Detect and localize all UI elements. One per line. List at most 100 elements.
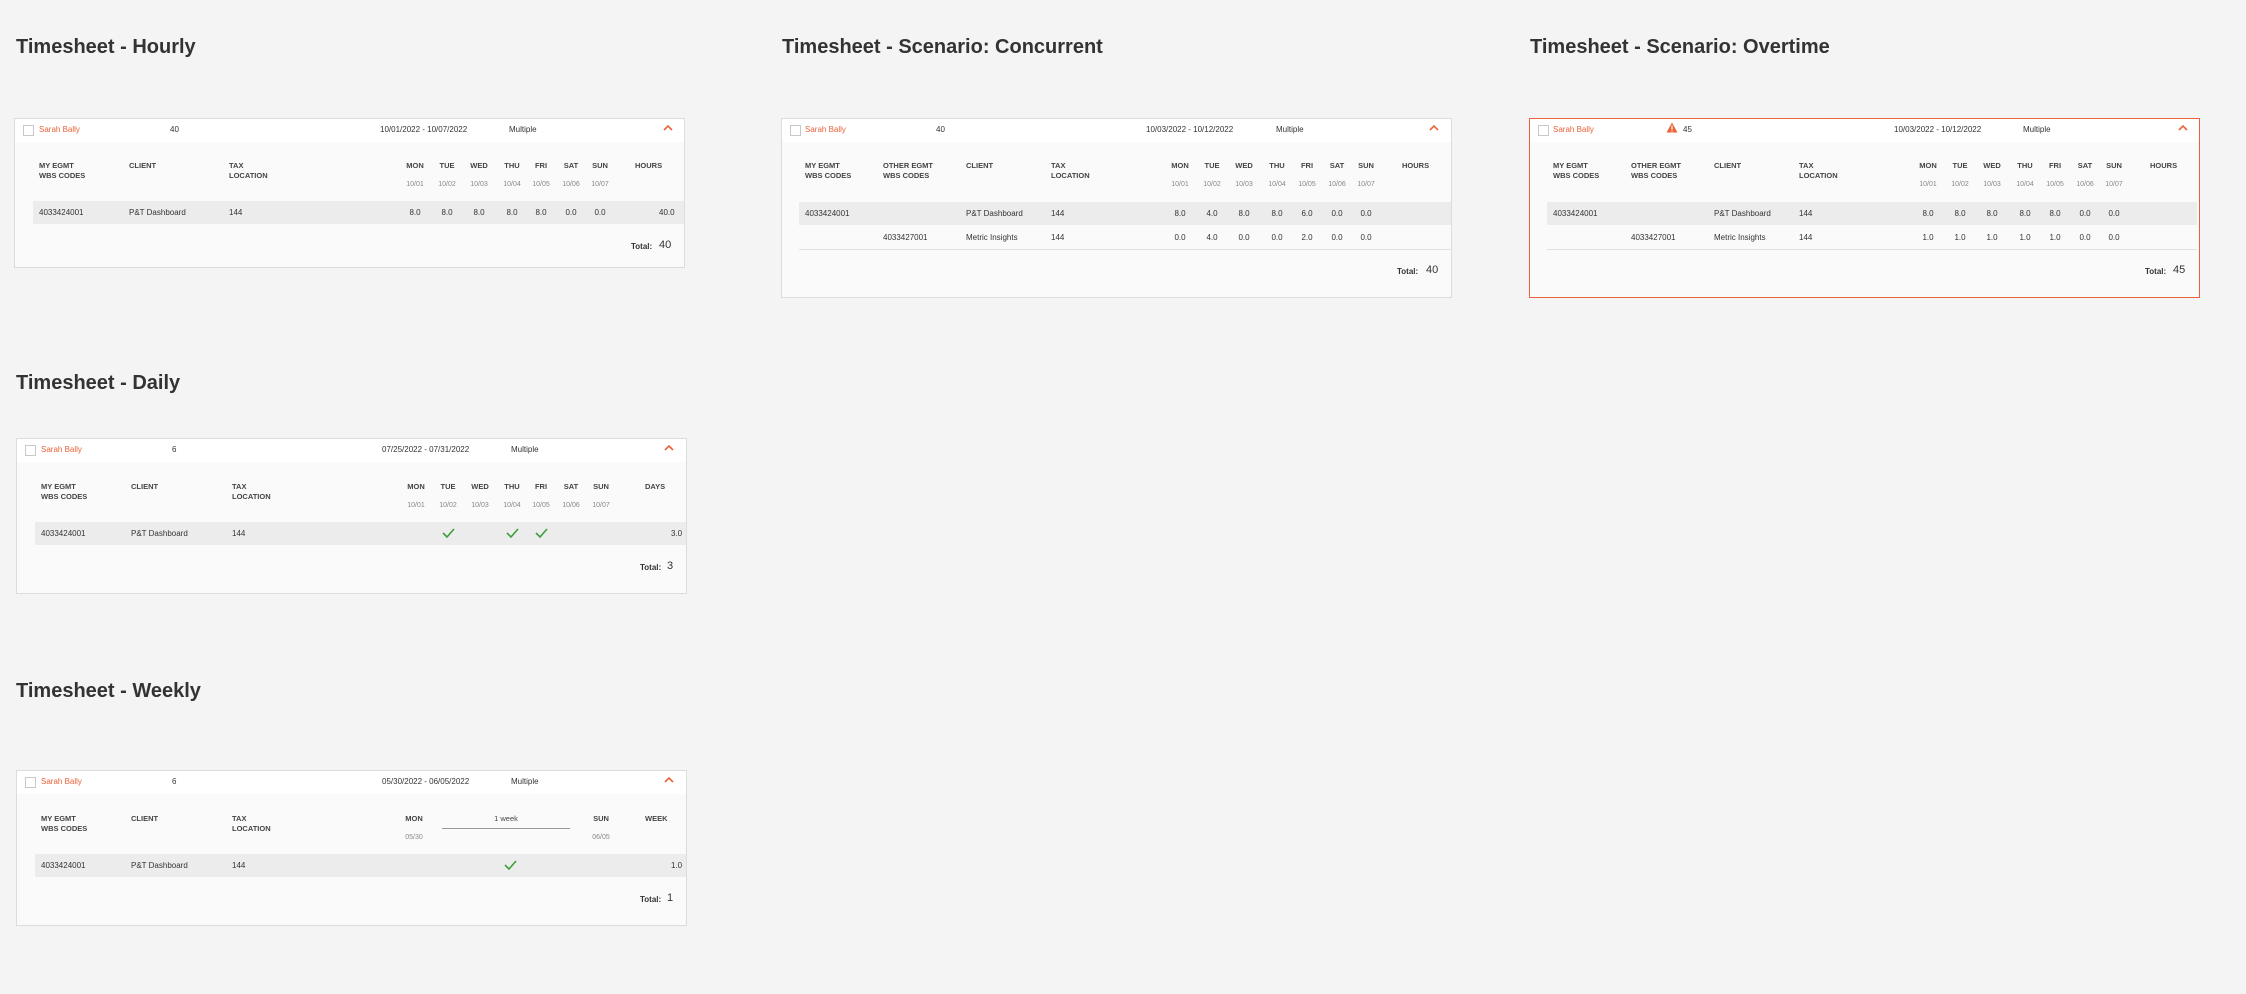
table-row[interactable]: 4033424001 P&T Dashboard 144 1.0 bbox=[35, 854, 686, 877]
col-mon: MON bbox=[406, 161, 424, 170]
chevron-up-icon[interactable] bbox=[663, 775, 675, 785]
col-thu: THU bbox=[2017, 161, 2033, 170]
date-label: 10/04 bbox=[2016, 181, 2034, 188]
total-label: Total: bbox=[2145, 267, 2167, 276]
col-wbs: MY EGMT WBS CODES bbox=[41, 482, 88, 501]
location-summary: Multiple bbox=[2023, 125, 2051, 134]
table-row[interactable]: 4033424001 P&T Dashboard 144 3.0 bbox=[35, 522, 686, 545]
check-icon[interactable] bbox=[535, 528, 548, 538]
col-tax-location: TAX LOCATION bbox=[1051, 161, 1090, 180]
select-checkbox[interactable] bbox=[25, 445, 36, 456]
date-label: 10/05 bbox=[532, 502, 550, 509]
table-row[interactable]: 4033424001 P&T Dashboard 144 8.0 8.0 8.0… bbox=[1547, 202, 2197, 225]
date-label: 10/05 bbox=[1298, 181, 1316, 188]
employee-name[interactable]: Sarah Bally bbox=[39, 125, 80, 134]
col-fri: FRI bbox=[534, 161, 548, 170]
timesheet-card-hourly: Sarah Bally 40 10/01/2022 - 10/07/2022 M… bbox=[14, 118, 685, 268]
date-range: 10/01/2022 - 10/07/2022 bbox=[380, 125, 468, 134]
col-wed: WED bbox=[470, 161, 488, 170]
col-client: CLIENT bbox=[129, 161, 157, 170]
date-label: 10/04 bbox=[503, 181, 521, 188]
col-tax-location: TAX LOCATION bbox=[232, 482, 271, 501]
col-wed: WED bbox=[1235, 161, 1253, 170]
total-value: 40 bbox=[659, 239, 672, 251]
col-client: CLIENT bbox=[966, 161, 994, 170]
date-label: 10/06 bbox=[562, 502, 580, 509]
col-mon: MON bbox=[1171, 161, 1189, 170]
chevron-up-icon[interactable] bbox=[2177, 123, 2189, 133]
employee-name[interactable]: Sarah Bally bbox=[1553, 125, 1594, 134]
chevron-up-icon[interactable] bbox=[1428, 123, 1440, 133]
col-sun: SUN bbox=[592, 161, 608, 170]
col-hours: HOURS bbox=[635, 161, 663, 170]
title-hourly: Timesheet - Hourly bbox=[16, 36, 196, 58]
total-value: 45 bbox=[2173, 264, 2186, 276]
col-thu: THU bbox=[504, 482, 520, 491]
hours-count: 45 bbox=[1683, 125, 1692, 134]
col-tue: TUE bbox=[1952, 161, 1968, 170]
col-wed: WED bbox=[1983, 161, 2001, 170]
card-header[interactable]: Sarah Bally 6 05/30/2022 - 06/05/2022 Mu… bbox=[17, 771, 686, 794]
check-icon[interactable] bbox=[504, 860, 517, 870]
col-tue: TUE bbox=[439, 161, 455, 170]
col-other-wbs: OTHER EGMT WBS CODES bbox=[883, 161, 933, 180]
date-range: 05/30/2022 - 06/05/2022 bbox=[382, 777, 470, 786]
card-header[interactable]: Sarah Bally 40 10/01/2022 - 10/07/2022 M… bbox=[15, 119, 684, 142]
select-checkbox[interactable] bbox=[790, 125, 801, 136]
date-range: 07/25/2022 - 07/31/2022 bbox=[382, 445, 470, 454]
date-label: 10/07 bbox=[1357, 181, 1375, 188]
chevron-up-icon[interactable] bbox=[663, 443, 675, 453]
col-thu: THU bbox=[1269, 161, 1285, 170]
chevron-up-icon[interactable] bbox=[662, 123, 674, 133]
date-label: 10/02 bbox=[439, 502, 457, 509]
col-client: CLIENT bbox=[131, 482, 159, 491]
col-week: WEEK bbox=[645, 814, 668, 823]
col-mon: MON bbox=[405, 814, 423, 823]
date-range: 10/03/2022 - 10/12/2022 bbox=[1146, 125, 1234, 134]
card-header[interactable]: Sarah Bally 40 10/03/2022 - 10/12/2022 M… bbox=[782, 119, 1451, 142]
col-fri: FRI bbox=[1300, 161, 1314, 170]
total-label: Total: bbox=[631, 242, 653, 251]
select-checkbox[interactable] bbox=[25, 777, 36, 788]
week-span-line bbox=[442, 828, 570, 829]
title-concurrent: Timesheet - Scenario: Concurrent bbox=[782, 36, 1103, 58]
total-value: 3 bbox=[667, 560, 674, 572]
date-label: 10/01 bbox=[407, 502, 425, 509]
title-overtime: Timesheet - Scenario: Overtime bbox=[1530, 36, 1830, 58]
date-label: 10/02 bbox=[1951, 181, 1969, 188]
col-mon: MON bbox=[407, 482, 425, 491]
check-icon[interactable] bbox=[506, 528, 519, 538]
card-header[interactable]: Sarah Bally 6 07/25/2022 - 07/31/2022 Mu… bbox=[17, 439, 686, 462]
card-header[interactable]: Sarah Bally 45 10/03/2022 - 10/12/2022 M… bbox=[1530, 119, 2199, 142]
employee-name[interactable]: Sarah Bally bbox=[41, 445, 82, 454]
col-sat: SAT bbox=[1329, 161, 1345, 170]
location-summary: Multiple bbox=[511, 445, 539, 454]
timesheet-card-overtime: Sarah Bally 45 10/03/2022 - 10/12/2022 M… bbox=[1529, 118, 2200, 298]
table-row[interactable]: 4033427001 Metric Insights 144 1.0 1.0 1… bbox=[1547, 226, 2197, 250]
location-summary: Multiple bbox=[509, 125, 537, 134]
date-label: 10/04 bbox=[503, 502, 521, 509]
col-sun: SUN bbox=[2106, 161, 2122, 170]
date-label: 10/01 bbox=[1919, 181, 1937, 188]
employee-name[interactable]: Sarah Bally bbox=[41, 777, 82, 786]
employee-name[interactable]: Sarah Bally bbox=[805, 125, 846, 134]
date-label: 10/06 bbox=[562, 181, 580, 188]
date-label: 10/07 bbox=[591, 181, 609, 188]
col-fri: FRI bbox=[2048, 161, 2062, 170]
date-label: 10/03 bbox=[1235, 181, 1253, 188]
date-label: 10/04 bbox=[1268, 181, 1286, 188]
title-daily: Timesheet - Daily bbox=[16, 372, 181, 394]
days-count: 6 bbox=[172, 445, 177, 454]
col-client: CLIENT bbox=[131, 814, 159, 823]
table-row[interactable]: 4033427001 Metric Insights 144 0.0 4.0 0… bbox=[799, 226, 1451, 250]
check-icon[interactable] bbox=[442, 528, 455, 538]
table-row[interactable]: 4033424001 P&T Dashboard 144 8.0 8.0 8.0… bbox=[33, 201, 684, 224]
col-tue: TUE bbox=[440, 482, 456, 491]
select-checkbox[interactable] bbox=[1538, 125, 1549, 136]
table-row[interactable]: 4033424001 P&T Dashboard 144 8.0 4.0 8.0… bbox=[799, 202, 1451, 225]
select-checkbox[interactable] bbox=[23, 125, 34, 136]
col-tax-location: TAX LOCATION bbox=[1799, 161, 1838, 180]
date-label: 10/03 bbox=[470, 181, 488, 188]
warning-triangle-icon bbox=[1666, 122, 1678, 133]
date-label: 10/01 bbox=[406, 181, 424, 188]
